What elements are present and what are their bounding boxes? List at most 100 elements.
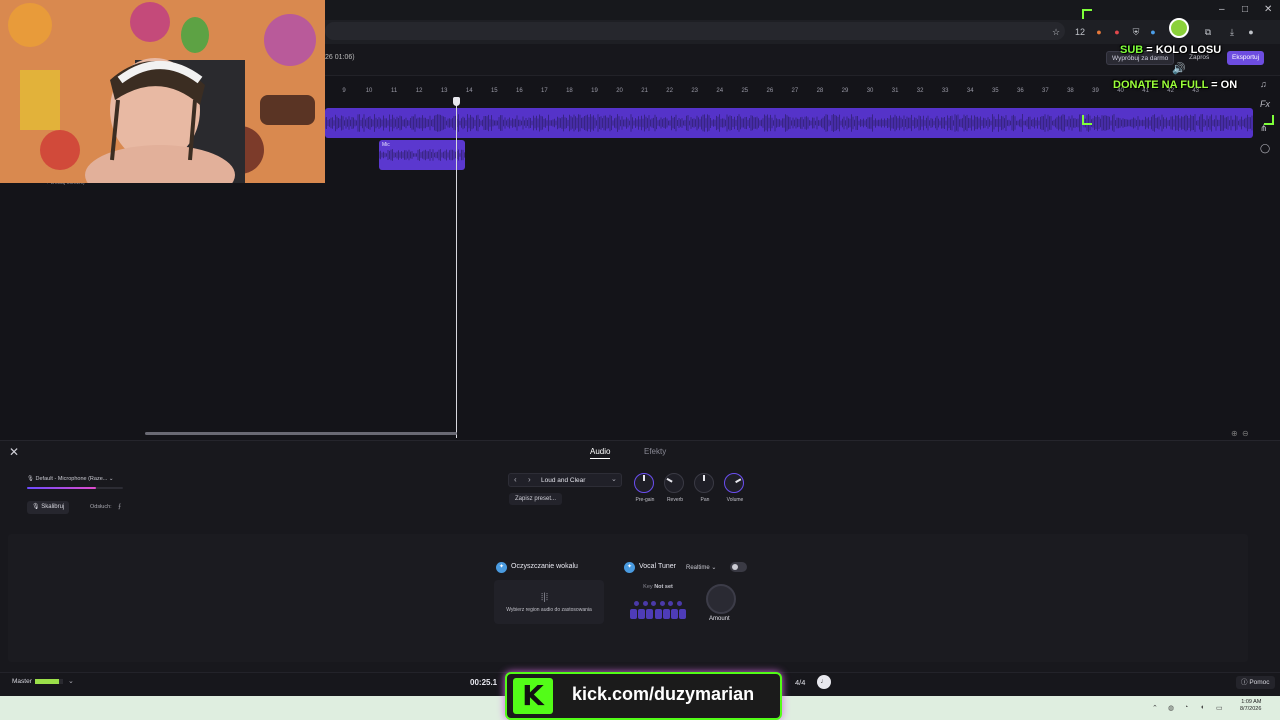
help-label: Pomoc [1249, 679, 1270, 686]
music-icon[interactable]: ♫ [1260, 79, 1267, 89]
close-window-icon[interactable]: ✕ [1264, 4, 1272, 15]
key-bar[interactable] [646, 609, 654, 619]
mic-waveform [379, 149, 465, 161]
key-bar[interactable] [638, 609, 646, 619]
ruler-tick-label: 34 [966, 88, 974, 94]
tuner-toggle[interactable] [730, 562, 747, 572]
key-dot[interactable] [651, 601, 656, 606]
network-icon[interactable]: ◍ [1168, 704, 1174, 712]
playhead-handle[interactable] [453, 97, 460, 106]
knob-volume[interactable] [724, 473, 744, 493]
mic-level-fill [27, 487, 97, 489]
mic-track-clip[interactable]: Mic [379, 140, 465, 170]
ruler-tick-label: 25 [741, 88, 749, 94]
key-dot[interactable] [676, 601, 682, 606]
tab-audio[interactable]: Audio [590, 447, 611, 459]
key-dot[interactable] [659, 601, 665, 606]
playhead[interactable] [456, 98, 457, 438]
calibrate-button[interactable]: 🎙 Skalibruj [27, 501, 70, 514]
tuner-mode-select[interactable]: Realtime ⌄ [686, 564, 716, 571]
microphone-select[interactable]: 🎙 Default - Microphone (Raze... ⌄ [27, 476, 114, 482]
preset-prev-icon[interactable]: ‹ [514, 475, 517, 484]
key-bar[interactable] [671, 609, 678, 619]
knob-pregain[interactable] [634, 473, 654, 493]
tuner-mode-label: Realtime [686, 565, 710, 571]
save-preset-button[interactable]: Zapisz preset... [509, 493, 563, 505]
chevron-down-icon[interactable]: ⌄ [68, 677, 74, 685]
ruler-tick-label: 30 [866, 88, 874, 94]
star-icon[interactable]: ☆ [1049, 25, 1063, 39]
wifi-icon[interactable]: ◔ [1184, 704, 1188, 711]
address-bar[interactable] [325, 22, 1065, 40]
audio-track-clip[interactable] [325, 108, 1253, 138]
zoom-out-icon[interactable]: ⊖ [1242, 429, 1249, 438]
puzzle-icon[interactable]: ⧉ [1201, 25, 1215, 39]
knob-indicator [703, 475, 705, 481]
maximize-icon[interactable]: □ [1242, 4, 1248, 15]
overlay-frame-corner [1082, 9, 1092, 19]
preset-name: Loud and Clear [541, 477, 586, 484]
minimize-icon[interactable]: – [1219, 4, 1225, 15]
key-bar[interactable] [630, 609, 637, 619]
comment-icon[interactable]: ◯ [1260, 143, 1270, 154]
project-time-info: 26 01:06) [325, 54, 355, 61]
knob-label: Reverb [666, 497, 684, 503]
shield-icon[interactable]: ⛨ [1129, 25, 1143, 39]
key-bar[interactable] [654, 609, 662, 619]
key-dot[interactable] [642, 601, 648, 606]
profile-icon[interactable]: ● [1244, 25, 1258, 39]
extension-circle-icon[interactable]: ● [1092, 25, 1106, 39]
ruler-tick-label: 14 [465, 88, 473, 94]
ruler-tick-label: 40 [1117, 88, 1124, 94]
ruler-tick-label: 19 [591, 88, 598, 94]
download-icon[interactable]: ⤓ [1225, 25, 1239, 39]
key-dot[interactable] [668, 601, 673, 606]
key-bar[interactable] [679, 609, 687, 619]
waveform-path [379, 149, 465, 161]
key-bar[interactable] [662, 609, 670, 619]
clock[interactable]: 1:09 AM 8/7/2026 [1240, 699, 1261, 713]
time-signature[interactable]: 4/4 [795, 678, 805, 687]
extension-red-icon[interactable]: ● [1110, 25, 1124, 39]
chevron-down-icon[interactable]: ⌄ [611, 475, 617, 483]
preset-next-icon[interactable]: › [528, 475, 531, 484]
master-meter-fill [35, 679, 59, 684]
key-dot[interactable] [634, 601, 639, 606]
key-display[interactable]: Key Not set [630, 582, 686, 593]
microphone-select-label: Default - Microphone (Raze... [35, 476, 108, 482]
ruler-tick-label: 29 [841, 88, 849, 94]
fx-icon[interactable]: Fx [1260, 99, 1270, 109]
zoom-in-icon[interactable]: ⊕ [1231, 429, 1238, 438]
key-value: Not set [654, 584, 673, 590]
knob-reverb[interactable] [664, 473, 684, 493]
speaker-icon[interactable]: ◖ [1200, 704, 1204, 711]
waveform-icon: ⦙|⦙ [541, 592, 549, 603]
knob-label: Pan [700, 497, 710, 503]
sparkle-icon: ✦ [496, 562, 507, 573]
battery-icon[interactable]: ▭ [1216, 704, 1223, 712]
ruler-tick-label: 10 [365, 88, 373, 94]
ruler-tick-label: 31 [891, 88, 899, 94]
tab-effects[interactable]: Efekty [644, 447, 666, 456]
close-panel-icon[interactable]: ✕ [9, 445, 19, 459]
prize-wheel-icon [1169, 18, 1189, 38]
horizontal-scrollbar[interactable] [145, 432, 457, 435]
export-button[interactable]: Eksportuj [1227, 51, 1265, 65]
ruler-tick-label: 16 [516, 88, 523, 94]
ruler-tick-label: 12 [415, 88, 423, 94]
ruler-tick-label: 17 [541, 88, 548, 94]
ruler-tick-label: 9 [342, 88, 346, 94]
track-waveform [325, 114, 1253, 132]
metronome-icon[interactable]: ♩ [817, 675, 831, 689]
donate-state: ON [1220, 79, 1238, 91]
amount-knob[interactable] [706, 584, 736, 614]
key-label: Key [643, 584, 653, 590]
vocal-cleanup-card[interactable] [494, 580, 604, 624]
extension-blue-icon[interactable]: ● [1146, 25, 1160, 39]
monitor-toggle-icon[interactable]: ⨍ [118, 503, 121, 510]
clock-date: 8/7/2026 [1240, 706, 1262, 712]
help-button[interactable]: ⓘ Pomoc [1236, 676, 1275, 689]
chevron-up-icon[interactable]: ⌃ [1152, 704, 1158, 712]
extension-badge-icon[interactable]: 12 [1073, 25, 1087, 39]
knob-pan[interactable] [694, 473, 714, 493]
